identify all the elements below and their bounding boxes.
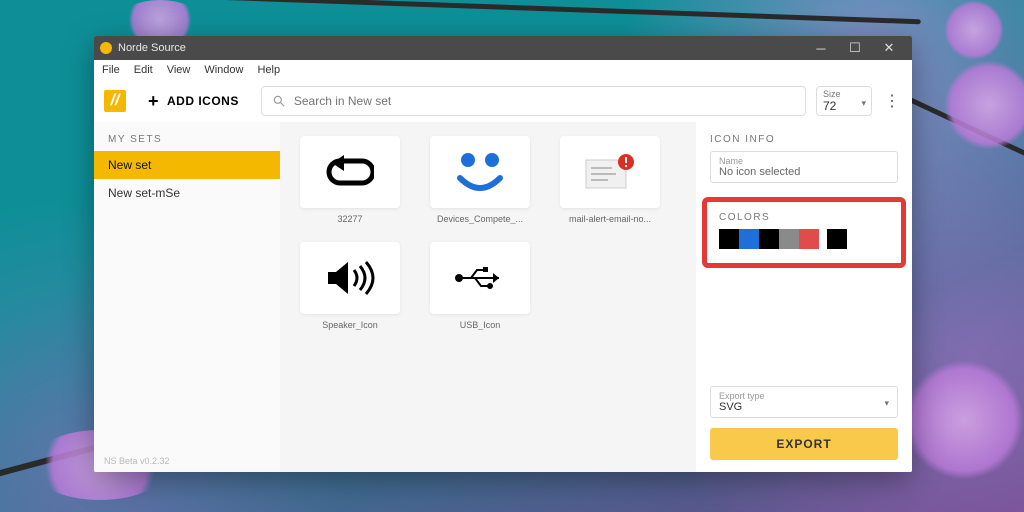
brand-icon: // (104, 90, 126, 112)
icon-card[interactable]: mail-alert-email-no... (554, 136, 666, 224)
title-bar[interactable]: Norde Source ─ ☐ ✕ (94, 36, 912, 60)
icon-card[interactable]: 32277 (294, 136, 406, 224)
size-value: 72 (823, 99, 865, 113)
icon-grid: 32277 Devices_Compete_... mail-alert-ema… (280, 122, 696, 472)
icon-label: 32277 (337, 214, 362, 224)
mail-alert-icon (560, 136, 660, 208)
version-label: NS Beta v0.2.32 (94, 450, 280, 472)
search-field[interactable] (261, 86, 806, 116)
name-value: No icon selected (719, 166, 889, 178)
sidebar: MY SETS New set New set-mSe NS Beta v0.2… (94, 122, 280, 472)
export-button[interactable]: EXPORT (710, 428, 898, 460)
menu-help[interactable]: Help (257, 64, 280, 76)
icon-label: mail-alert-email-no... (569, 214, 651, 224)
icon-card[interactable]: Devices_Compete_... (424, 136, 536, 224)
loop-icon (300, 136, 400, 208)
color-swatch[interactable] (799, 229, 819, 249)
color-swatches (719, 229, 889, 249)
color-swatch[interactable] (739, 229, 759, 249)
add-icons-label: ADD ICONS (167, 94, 239, 108)
maximize-button[interactable]: ☐ (838, 36, 872, 60)
minimize-button[interactable]: ─ (804, 36, 838, 60)
menu-view[interactable]: View (167, 64, 191, 76)
icon-label: Devices_Compete_... (437, 214, 523, 224)
sidebar-item-new-set[interactable]: New set (94, 151, 280, 179)
size-label: Size (823, 89, 865, 99)
icon-name-field[interactable]: Name No icon selected (710, 151, 898, 183)
search-icon (272, 94, 286, 108)
menu-bar: File Edit View Window Help (94, 60, 912, 80)
sidebar-item-new-set-mse[interactable]: New set-mSe (94, 179, 280, 207)
window-title: Norde Source (118, 42, 186, 54)
app-window: Norde Source ─ ☐ ✕ File Edit View Window… (94, 36, 912, 472)
export-type-label: Export type (719, 391, 889, 401)
icon-card[interactable]: USB_Icon (424, 242, 536, 330)
icon-info-header: ICON INFO (710, 134, 898, 145)
size-select[interactable]: Size 72 ▾ (816, 86, 872, 116)
menu-file[interactable]: File (102, 64, 120, 76)
app-logo-icon (100, 42, 112, 54)
export-type-select[interactable]: Export type SVG ▾ (710, 386, 898, 418)
icon-card[interactable]: Speaker_Icon (294, 242, 406, 330)
menu-window[interactable]: Window (204, 64, 243, 76)
color-swatch[interactable] (779, 229, 799, 249)
more-menu-button[interactable]: ⋮ (882, 91, 902, 111)
color-swatch[interactable] (759, 229, 779, 249)
colors-section-highlight: COLORS (702, 197, 906, 268)
sidebar-header: MY SETS (94, 122, 280, 151)
speaker-icon (300, 242, 400, 314)
info-panel: ICON INFO Name No icon selected COLORS (696, 122, 912, 472)
colors-header: COLORS (719, 212, 889, 223)
usb-icon (430, 242, 530, 314)
add-icons-button[interactable]: + ADD ICONS (136, 85, 251, 118)
close-button[interactable]: ✕ (872, 36, 906, 60)
icon-label: USB_Icon (460, 320, 501, 330)
color-swatch[interactable] (827, 229, 847, 249)
chevron-down-icon: ▾ (884, 398, 889, 409)
icon-label: Speaker_Icon (322, 320, 378, 330)
export-type-value: SVG (719, 401, 889, 413)
menu-edit[interactable]: Edit (134, 64, 153, 76)
search-input[interactable] (294, 94, 795, 108)
chevron-down-icon: ▾ (861, 98, 866, 109)
toolbar: // + ADD ICONS Size 72 ▾ ⋮ (94, 80, 912, 122)
name-label: Name (719, 156, 889, 166)
smiley-icon (430, 136, 530, 208)
plus-icon: + (148, 91, 159, 112)
color-swatch[interactable] (719, 229, 739, 249)
